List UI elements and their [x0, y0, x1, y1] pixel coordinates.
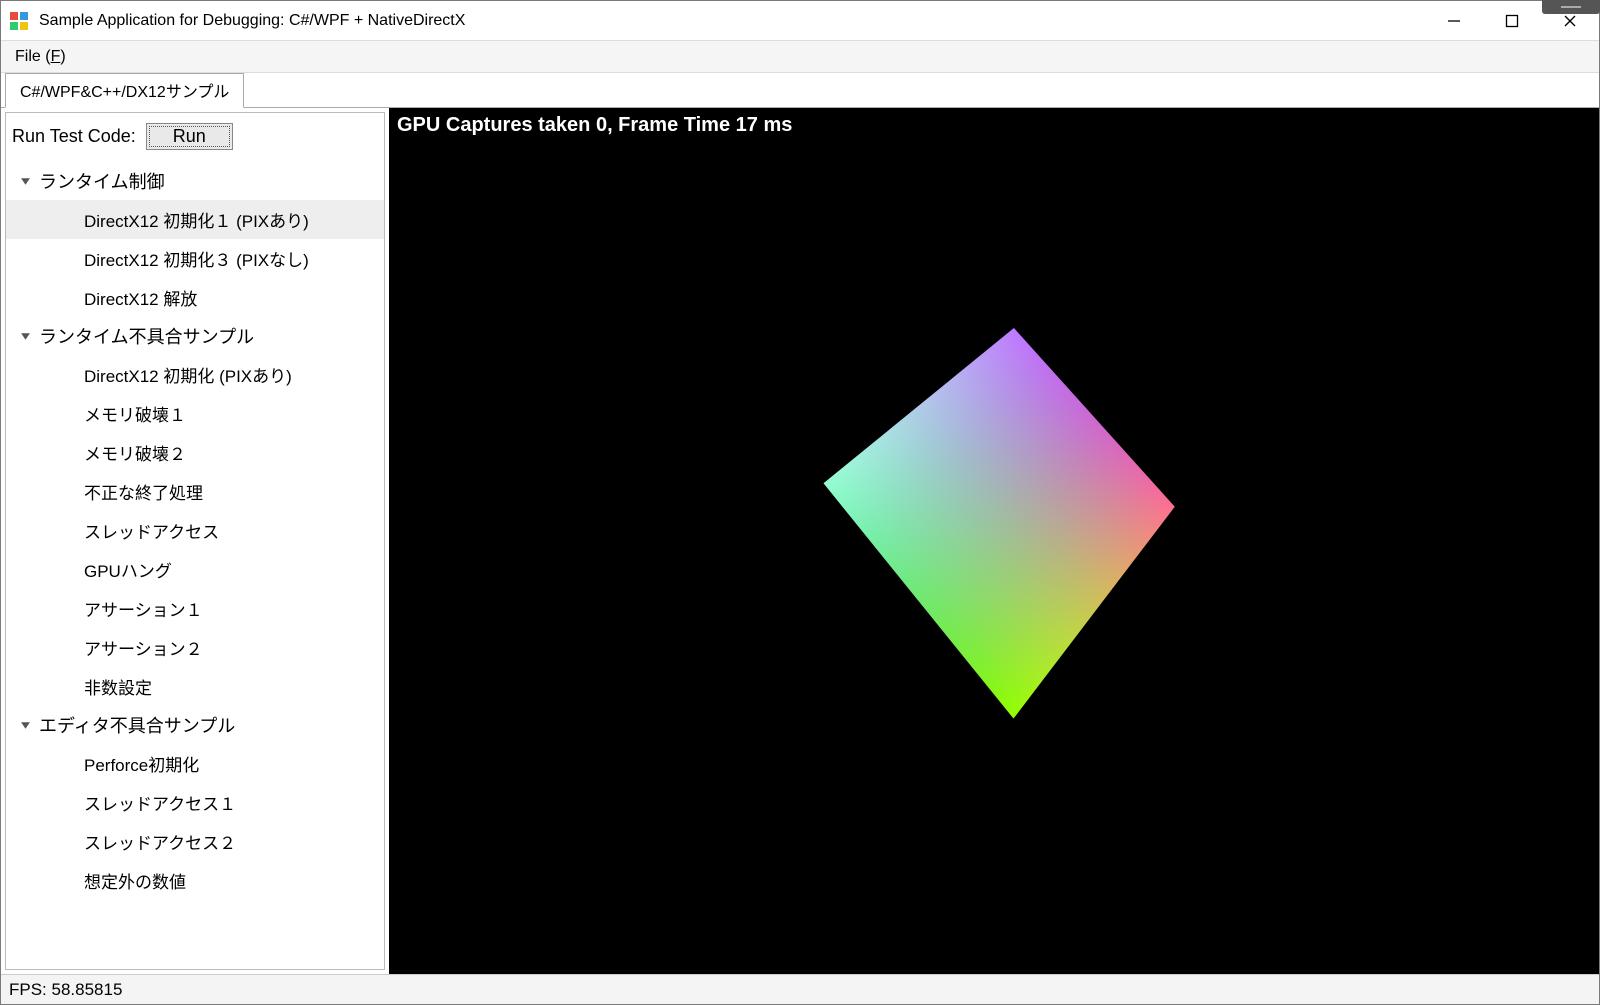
app-icon [9, 11, 29, 31]
tree-group-label: エディタ不具合サンプル [39, 712, 235, 738]
tree-group-header[interactable]: ランタイム不具合サンプル [6, 317, 384, 355]
tabstrip: C#/WPF&C++/DX12サンプル [1, 73, 1599, 107]
test-tree[interactable]: ランタイム制御DirectX12 初期化１ (PIXあり)DirectX12 初… [6, 160, 384, 969]
maximize-button[interactable] [1483, 1, 1541, 40]
menu-file-suffix: ) [60, 48, 65, 65]
gpu-overlay-text: GPU Captures taken 0, Frame Time 17 ms [397, 114, 792, 137]
directx-viewport[interactable]: GPU Captures taken 0, Frame Time 17 ms [389, 108, 1599, 974]
tree-group-label: ランタイム制御 [39, 168, 165, 194]
statusbar: FPS: 58.85815 [1, 974, 1599, 1004]
tree-item[interactable]: メモリ破壊２ [6, 433, 384, 472]
expand-arrow-icon [20, 176, 31, 187]
tree-item[interactable]: メモリ破壊１ [6, 394, 384, 433]
tree-item[interactable]: DirectX12 解放 [6, 278, 384, 317]
minimize-button[interactable] [1425, 1, 1483, 40]
expand-arrow-icon [20, 331, 31, 342]
menu-file-key: F [51, 48, 61, 65]
menu-file-prefix: File ( [15, 48, 51, 65]
run-button[interactable]: Run [146, 123, 233, 150]
tree-item[interactable]: アサーション２ [6, 628, 384, 667]
tree-item[interactable]: スレッドアクセス [6, 511, 384, 550]
tree-group: エディタ不具合サンプル Perforce初期化スレッドアクセス１スレッドアクセス２… [6, 706, 384, 900]
menubar: File (F) [1, 41, 1599, 73]
tree-group-header[interactable]: ランタイム制御 [6, 162, 384, 200]
tree-item[interactable]: スレッドアクセス２ [6, 822, 384, 861]
tree-item[interactable]: DirectX12 初期化３ (PIXなし) [6, 239, 384, 278]
left-panel: Run Test Code: Run ランタイム制御 DirectX12 初期化１… [5, 112, 385, 970]
menu-file[interactable]: File (F) [7, 44, 74, 70]
tree-item[interactable]: 不正な終了処理 [6, 472, 384, 511]
tree-item[interactable]: GPUハング [6, 550, 384, 589]
content-area: Run Test Code: Run ランタイム制御 DirectX12 初期化１… [1, 107, 1599, 974]
tab-sample[interactable]: C#/WPF&C++/DX12サンプル [5, 73, 244, 108]
tree-group-header[interactable]: エディタ不具合サンプル [6, 706, 384, 744]
app-window: Sample Application for Debugging: C#/WPF… [0, 0, 1600, 1005]
expand-arrow-icon [20, 720, 31, 731]
vs-debug-toolbar-icon[interactable] [1542, 0, 1600, 14]
tree-item[interactable]: スレッドアクセス１ [6, 783, 384, 822]
tree-group: ランタイム不具合サンプル DirectX12 初期化 (PIXあり)メモリ破壊１メ… [6, 317, 384, 706]
tree-item[interactable]: アサーション１ [6, 589, 384, 628]
window-title: Sample Application for Debugging: C#/WPF… [39, 12, 1425, 30]
tree-group-label: ランタイム不具合サンプル [39, 323, 254, 349]
tree-item[interactable]: 想定外の数値 [6, 861, 384, 900]
tree-group: ランタイム制御 DirectX12 初期化１ (PIXあり)DirectX12 初… [6, 162, 384, 317]
fps-label: FPS: 58.85815 [9, 980, 122, 1000]
titlebar[interactable]: Sample Application for Debugging: C#/WPF… [1, 1, 1599, 41]
tree-item[interactable]: Perforce初期化 [6, 744, 384, 783]
run-label: Run Test Code: [12, 126, 136, 147]
tree-item[interactable]: DirectX12 初期化 (PIXあり) [6, 355, 384, 394]
rendered-quad [804, 307, 1184, 732]
tree-item[interactable]: DirectX12 初期化１ (PIXあり) [6, 200, 384, 239]
run-row: Run Test Code: Run [6, 113, 384, 160]
tree-item[interactable]: 非数設定 [6, 667, 384, 706]
